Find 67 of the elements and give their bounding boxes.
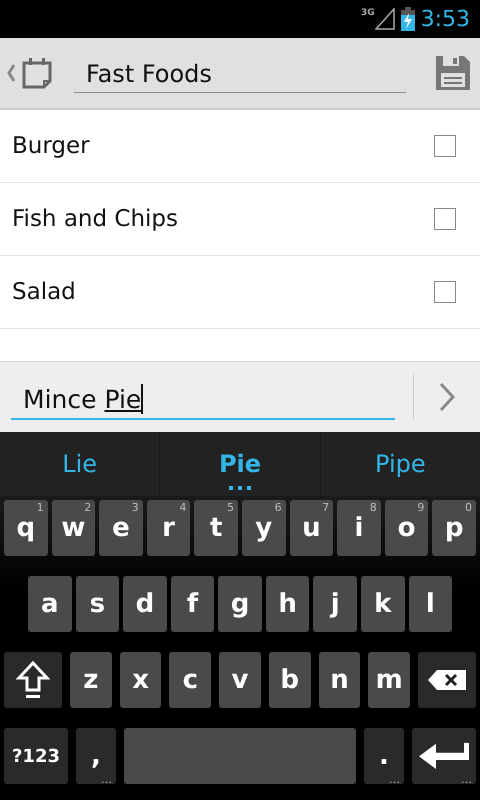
shift-icon: [16, 660, 50, 700]
checkbox[interactable]: [434, 135, 456, 157]
letter-key[interactable]: z: [70, 652, 112, 708]
item-label: Fish and Chips: [12, 206, 178, 232]
letter-key[interactable]: m: [368, 652, 410, 708]
key-hint: …: [389, 773, 400, 786]
letter-key[interactable]: i 8: [337, 500, 381, 556]
key-hint: 6: [274, 501, 282, 514]
item-label: Salad: [12, 279, 76, 305]
letter-key[interactable]: y 6: [242, 500, 286, 556]
enter-key[interactable]: …: [412, 728, 476, 784]
more-dots-icon: [228, 486, 251, 490]
letter-key[interactable]: g: [218, 576, 262, 632]
key-hint: 1: [36, 501, 44, 514]
letter-key[interactable]: r 4: [146, 500, 190, 556]
item-label: Burger: [12, 133, 90, 159]
key-hint: 9: [417, 501, 424, 514]
key-hint: 0: [464, 501, 472, 514]
letter-key[interactable]: d: [123, 576, 167, 632]
letter-key[interactable]: t 5: [194, 500, 238, 556]
symbols-key[interactable]: ?123: [4, 728, 68, 784]
letter-key[interactable]: o 9: [384, 500, 428, 556]
key-hint: 7: [322, 501, 330, 514]
battery-icon: [400, 7, 415, 31]
letter-key[interactable]: u 7: [290, 500, 334, 556]
enter-icon: [418, 742, 470, 770]
letter-key[interactable]: s: [76, 576, 120, 632]
key-hint: 3: [132, 501, 139, 514]
back-icon[interactable]: [6, 63, 16, 83]
punctuation-key[interactable]: . …: [364, 728, 404, 784]
key-hint: 8: [370, 501, 377, 514]
suggestion[interactable]: Pipe: [320, 432, 480, 496]
checkbox[interactable]: [434, 208, 456, 230]
shift-key[interactable]: [4, 652, 62, 708]
letter-key[interactable]: a: [28, 576, 72, 632]
save-icon[interactable]: [436, 56, 470, 90]
letter-key[interactable]: x: [120, 652, 162, 708]
key-hint: 2: [84, 501, 92, 514]
letter-key[interactable]: c: [169, 652, 212, 708]
key-hint: …: [101, 773, 112, 786]
letter-key[interactable]: e 3: [99, 500, 143, 556]
checkbox[interactable]: [434, 281, 456, 303]
list-item[interactable]: Salad: [0, 256, 480, 329]
list-item[interactable]: Burger: [0, 110, 480, 183]
letter-key[interactable]: q 1: [4, 500, 48, 556]
key-hint: …: [461, 773, 472, 786]
key-hint: 5: [226, 501, 234, 514]
letter-key[interactable]: v: [219, 652, 261, 708]
letter-key[interactable]: h: [266, 576, 310, 632]
key-hint: 4: [179, 501, 186, 514]
calendar-icon[interactable]: [22, 57, 52, 89]
letter-key[interactable]: n: [318, 652, 360, 708]
punctuation-key[interactable]: , …: [76, 728, 116, 784]
letter-key[interactable]: l: [408, 576, 452, 632]
chevron-icon: [439, 382, 455, 412]
letter-key[interactable]: b: [268, 652, 311, 708]
signal-icon: [374, 8, 395, 30]
letter-key[interactable]: p 0: [432, 500, 476, 556]
letter-key[interactable]: j: [313, 576, 357, 632]
backspace-key[interactable]: [418, 652, 476, 708]
network-label: 3G: [360, 8, 375, 18]
clock: 3:53: [420, 6, 470, 32]
list-item[interactable]: Fish and Chips: [0, 183, 480, 256]
letter-key[interactable]: w 2: [52, 500, 96, 556]
backspace-icon: [427, 669, 468, 691]
letter-key[interactable]: f: [170, 576, 214, 632]
letter-key[interactable]: k: [360, 576, 404, 632]
